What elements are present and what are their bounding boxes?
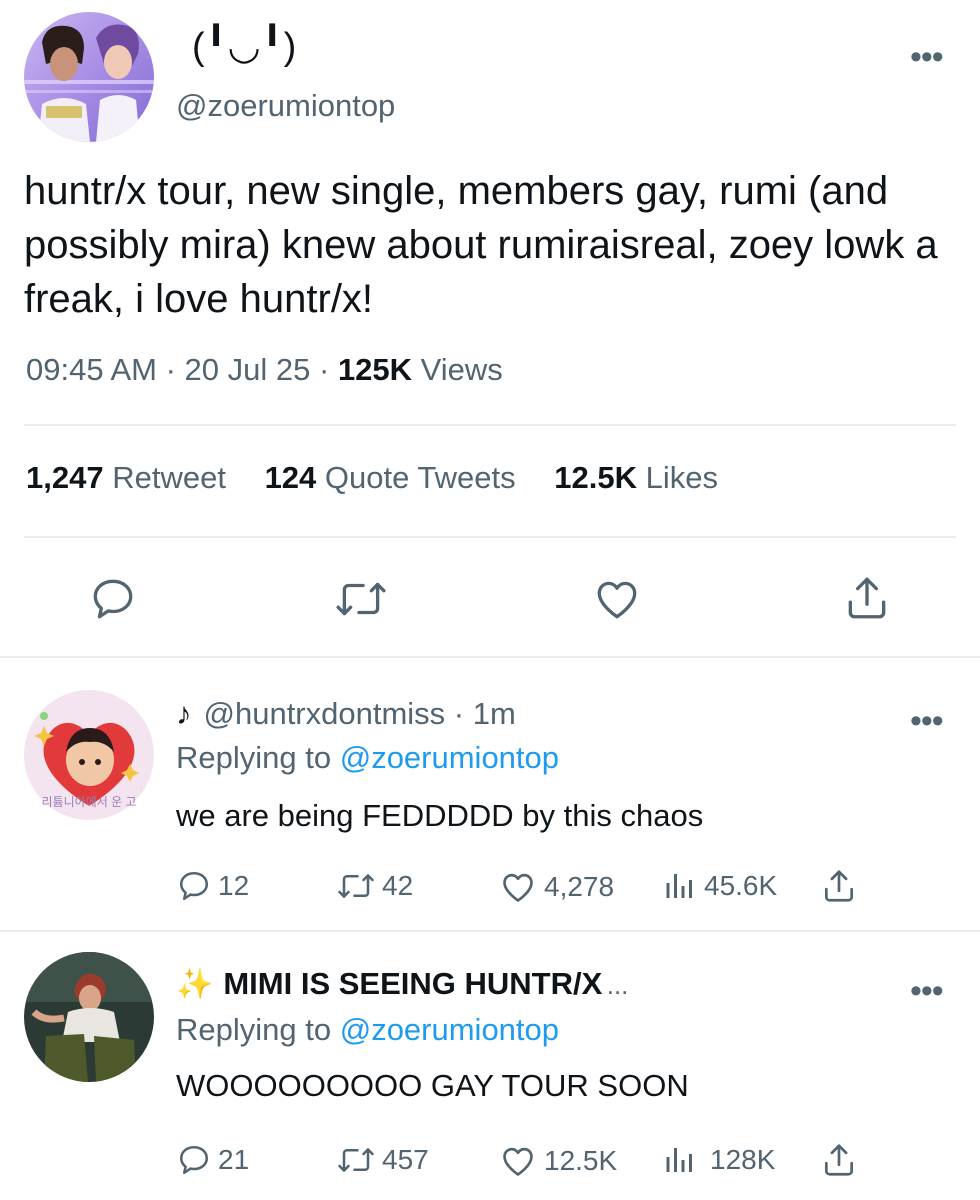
music-note-icon: ♪	[176, 696, 192, 731]
reply-text: we are being FEDDDDD by this chaos	[176, 798, 704, 833]
author-display-name[interactable]: (╹◡╹)	[192, 24, 296, 69]
like-icon	[503, 1147, 533, 1176]
meta-separator: ·	[319, 352, 338, 387]
views-count: 125K	[337, 352, 413, 387]
like-count: 4,278	[544, 871, 615, 902]
share-button[interactable]	[820, 1140, 864, 1180]
share-icon	[824, 870, 854, 902]
retweet-count: 42	[382, 870, 414, 901]
divider	[0, 930, 980, 932]
likes-count: 12.5K	[554, 460, 637, 495]
like-icon	[503, 873, 533, 902]
reply-text: WOOOOOOOOO GAY TOUR SOON	[176, 1068, 689, 1103]
share-icon[interactable]	[842, 572, 892, 624]
divider	[24, 536, 956, 538]
reply-icon[interactable]	[88, 574, 138, 624]
reply-header: ♪ @huntrxdontmiss · 1m	[176, 696, 516, 732]
like-icon[interactable]	[592, 574, 642, 624]
retweet-count-button[interactable]: 457	[336, 1142, 429, 1178]
views-icon	[666, 1148, 692, 1172]
more-options-icon[interactable]: •••	[910, 40, 944, 74]
likes-label: Likes	[645, 460, 718, 495]
replying-prefix: Replying to	[176, 1012, 332, 1047]
reply-icon	[179, 871, 209, 901]
like-count-button[interactable]: 12.5K	[498, 1142, 617, 1180]
more-options-icon[interactable]: •••	[910, 704, 944, 738]
likes-stat[interactable]: 12.5K Likes	[554, 460, 718, 495]
replying-to-link[interactable]: @zoerumiontop	[340, 740, 559, 775]
replying-to: Replying to @zoerumiontop	[176, 740, 559, 776]
sparkles-icon: ✨	[176, 968, 214, 1001]
replying-prefix: Replying to	[176, 740, 332, 775]
reply-avatar[interactable]	[24, 952, 154, 1082]
reply-count-button[interactable]: 21	[176, 1142, 249, 1178]
replying-to: Replying to @zoerumiontop	[176, 1012, 559, 1048]
retweet-icon[interactable]	[334, 574, 388, 624]
name-ellipsis: ...	[606, 970, 629, 1000]
tweet-time: 09:45 AM	[26, 352, 157, 387]
reply-count-button[interactable]: 12	[176, 868, 249, 904]
share-icon	[824, 1144, 854, 1176]
tweet-date: 20 Jul 25	[184, 352, 311, 387]
views-icon	[666, 874, 692, 898]
views-label: Views	[420, 352, 503, 387]
reply-icon	[179, 1145, 209, 1175]
tweet-text: huntr/x tour, new single, members gay, r…	[24, 169, 938, 321]
retweet-icon	[338, 874, 374, 898]
reply-count: 21	[218, 1144, 250, 1175]
reply-handle-line[interactable]: @huntrxdontmiss · 1m	[204, 696, 516, 731]
quotes-stat[interactable]: 124 Quote Tweets	[265, 460, 516, 495]
replying-to-link[interactable]: @zoerumiontop	[340, 1012, 559, 1047]
author-avatar[interactable]	[24, 12, 154, 142]
reply-header: ✨ MIMI IS SEEING HUNTR/X ...	[176, 966, 628, 1002]
views-count-button[interactable]: 128K	[662, 1142, 775, 1178]
share-button[interactable]	[820, 866, 864, 906]
engagement-stats: 1,247 Retweet 124 Quote Tweets 12.5K Lik…	[26, 460, 748, 496]
divider	[0, 656, 980, 658]
retweet-count: 457	[382, 1144, 429, 1175]
like-count-button[interactable]: 4,278	[498, 868, 614, 906]
retweets-label: Retweet	[112, 460, 226, 495]
retweet-icon	[338, 1148, 374, 1172]
like-count: 12.5K	[544, 1145, 618, 1176]
meta-separator: ·	[165, 352, 185, 387]
divider	[24, 424, 956, 426]
author-handle[interactable]: @zoerumiontop	[176, 88, 395, 124]
retweets-stat[interactable]: 1,247 Retweet	[26, 460, 226, 495]
retweet-count-button[interactable]: 42	[336, 868, 413, 904]
views-count: 128K	[710, 1144, 776, 1175]
quotes-count: 124	[264, 460, 317, 495]
views-count: 45.6K	[704, 870, 778, 901]
views-count-button[interactable]: 45.6K	[662, 868, 777, 904]
avatar-caption: 리튬니아에서 운 고	[41, 795, 137, 809]
reply-count: 12	[218, 870, 250, 901]
tweet-meta: 09:45 AM · 20 Jul 25 · 125K Views	[26, 352, 503, 388]
retweets-count: 1,247	[26, 460, 104, 495]
quotes-label: Quote Tweets	[324, 460, 516, 495]
more-options-icon[interactable]: •••	[910, 974, 944, 1008]
reply-display-name[interactable]: MIMI IS SEEING HUNTR/X	[223, 966, 602, 1001]
